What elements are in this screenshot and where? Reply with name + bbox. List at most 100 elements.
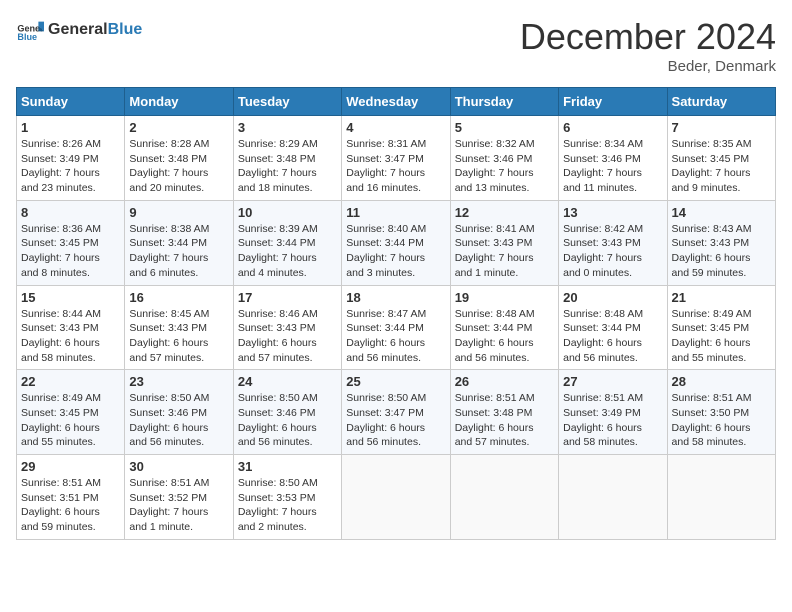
day-number: 30: [129, 459, 228, 474]
calendar-cell: 27 Sunrise: 8:51 AMSunset: 3:49 PMDayligh…: [559, 370, 667, 455]
cell-info: Sunrise: 8:26 AMSunset: 3:49 PMDaylight:…: [21, 137, 120, 196]
cell-info: Sunrise: 8:51 AMSunset: 3:48 PMDaylight:…: [455, 391, 554, 450]
month-year: December 2024: [520, 16, 776, 58]
calendar-cell: 19 Sunrise: 8:48 AMSunset: 3:44 PMDayligh…: [450, 285, 558, 370]
calendar-cell: 20 Sunrise: 8:48 AMSunset: 3:44 PMDayligh…: [559, 285, 667, 370]
day-number: 16: [129, 290, 228, 305]
calendar-cell: 22 Sunrise: 8:49 AMSunset: 3:45 PMDayligh…: [17, 370, 125, 455]
cell-info: Sunrise: 8:28 AMSunset: 3:48 PMDaylight:…: [129, 137, 228, 196]
day-number: 15: [21, 290, 120, 305]
day-number: 4: [346, 120, 445, 135]
day-number: 29: [21, 459, 120, 474]
day-number: 10: [238, 205, 337, 220]
cell-info: Sunrise: 8:38 AMSunset: 3:44 PMDaylight:…: [129, 222, 228, 281]
day-number: 19: [455, 290, 554, 305]
calendar-cell: 8 Sunrise: 8:36 AMSunset: 3:45 PMDaylight…: [17, 200, 125, 285]
day-number: 1: [21, 120, 120, 135]
cell-info: Sunrise: 8:51 AMSunset: 3:52 PMDaylight:…: [129, 476, 228, 535]
page-header: General Blue General Blue December 2024 …: [16, 16, 776, 75]
weekday-header-sunday: Sunday: [17, 88, 125, 116]
weekday-header-saturday: Saturday: [667, 88, 775, 116]
day-number: 28: [672, 374, 771, 389]
calendar-cell: 23Sunrise: 8:50 AMSunset: 3:46 PMDayligh…: [125, 370, 233, 455]
day-number: 26: [455, 374, 554, 389]
cell-info: Sunrise: 8:29 AMSunset: 3:48 PMDaylight:…: [238, 137, 337, 196]
calendar-week-2: 8 Sunrise: 8:36 AMSunset: 3:45 PMDaylight…: [17, 200, 776, 285]
calendar-week-4: 22 Sunrise: 8:49 AMSunset: 3:45 PMDayligh…: [17, 370, 776, 455]
calendar-cell: 11 Sunrise: 8:40 AMSunset: 3:44 PMDayligh…: [342, 200, 450, 285]
calendar-cell: 10Sunrise: 8:39 AMSunset: 3:44 PMDayligh…: [233, 200, 341, 285]
calendar-cell: 25Sunrise: 8:50 AMSunset: 3:47 PMDayligh…: [342, 370, 450, 455]
day-number: 7: [672, 120, 771, 135]
day-number: 13: [563, 205, 662, 220]
cell-info: Sunrise: 8:50 AMSunset: 3:47 PMDaylight:…: [346, 391, 445, 450]
calendar-cell: 15Sunrise: 8:44 AMSunset: 3:43 PMDayligh…: [17, 285, 125, 370]
day-number: 27: [563, 374, 662, 389]
day-number: 9: [129, 205, 228, 220]
weekday-header-friday: Friday: [559, 88, 667, 116]
calendar-table: SundayMondayTuesdayWednesdayThursdayFrid…: [16, 87, 776, 540]
cell-info: Sunrise: 8:51 AMSunset: 3:49 PMDaylight:…: [563, 391, 662, 450]
day-number: 20: [563, 290, 662, 305]
calendar-cell: [559, 455, 667, 540]
calendar-cell: 26 Sunrise: 8:51 AMSunset: 3:48 PMDayligh…: [450, 370, 558, 455]
calendar-cell: 6 Sunrise: 8:34 AMSunset: 3:46 PMDaylight…: [559, 116, 667, 201]
calendar-cell: [342, 455, 450, 540]
day-number: 31: [238, 459, 337, 474]
cell-info: Sunrise: 8:49 AMSunset: 3:45 PMDaylight:…: [672, 307, 771, 366]
cell-info: Sunrise: 8:51 AMSunset: 3:50 PMDaylight:…: [672, 391, 771, 450]
calendar-cell: 1 Sunrise: 8:26 AMSunset: 3:49 PMDaylight…: [17, 116, 125, 201]
day-number: 8: [21, 205, 120, 220]
calendar-cell: 12Sunrise: 8:41 AMSunset: 3:43 PMDayligh…: [450, 200, 558, 285]
calendar-cell: 5 Sunrise: 8:32 AMSunset: 3:46 PMDaylight…: [450, 116, 558, 201]
calendar-cell: 21 Sunrise: 8:49 AMSunset: 3:45 PMDayligh…: [667, 285, 775, 370]
svg-text:Blue: Blue: [17, 32, 37, 42]
calendar-cell: 16 Sunrise: 8:45 AMSunset: 3:43 PMDayligh…: [125, 285, 233, 370]
calendar-cell: 31 Sunrise: 8:50 AMSunset: 3:53 PMDayligh…: [233, 455, 341, 540]
cell-info: Sunrise: 8:48 AMSunset: 3:44 PMDaylight:…: [563, 307, 662, 366]
day-number: 2: [129, 120, 228, 135]
calendar-cell: 9 Sunrise: 8:38 AMSunset: 3:44 PMDaylight…: [125, 200, 233, 285]
calendar-body: 1 Sunrise: 8:26 AMSunset: 3:49 PMDaylight…: [17, 116, 776, 540]
logo-blue: Blue: [108, 21, 143, 39]
weekday-header-tuesday: Tuesday: [233, 88, 341, 116]
calendar-week-1: 1 Sunrise: 8:26 AMSunset: 3:49 PMDaylight…: [17, 116, 776, 201]
day-number: 12: [455, 205, 554, 220]
cell-info: Sunrise: 8:50 AMSunset: 3:53 PMDaylight:…: [238, 476, 337, 535]
day-number: 18: [346, 290, 445, 305]
day-number: 11: [346, 205, 445, 220]
cell-info: Sunrise: 8:47 AMSunset: 3:44 PMDaylight:…: [346, 307, 445, 366]
cell-info: Sunrise: 8:40 AMSunset: 3:44 PMDaylight:…: [346, 222, 445, 281]
cell-info: Sunrise: 8:43 AMSunset: 3:43 PMDaylight:…: [672, 222, 771, 281]
location: Beder, Denmark: [520, 58, 776, 75]
cell-info: Sunrise: 8:34 AMSunset: 3:46 PMDaylight:…: [563, 137, 662, 196]
cell-info: Sunrise: 8:35 AMSunset: 3:45 PMDaylight:…: [672, 137, 771, 196]
day-number: 21: [672, 290, 771, 305]
calendar-week-5: 29 Sunrise: 8:51 AMSunset: 3:51 PMDayligh…: [17, 455, 776, 540]
day-number: 5: [455, 120, 554, 135]
calendar-cell: 7 Sunrise: 8:35 AMSunset: 3:45 PMDaylight…: [667, 116, 775, 201]
calendar-header-row: SundayMondayTuesdayWednesdayThursdayFrid…: [17, 88, 776, 116]
cell-info: Sunrise: 8:49 AMSunset: 3:45 PMDaylight:…: [21, 391, 120, 450]
calendar-cell: 2 Sunrise: 8:28 AMSunset: 3:48 PMDaylight…: [125, 116, 233, 201]
cell-info: Sunrise: 8:46 AMSunset: 3:43 PMDaylight:…: [238, 307, 337, 366]
calendar-cell: [667, 455, 775, 540]
day-number: 23: [129, 374, 228, 389]
calendar-cell: 17 Sunrise: 8:46 AMSunset: 3:43 PMDayligh…: [233, 285, 341, 370]
calendar-cell: 18 Sunrise: 8:47 AMSunset: 3:44 PMDayligh…: [342, 285, 450, 370]
logo: General Blue General Blue: [16, 16, 142, 44]
day-number: 6: [563, 120, 662, 135]
calendar-cell: 28 Sunrise: 8:51 AMSunset: 3:50 PMDayligh…: [667, 370, 775, 455]
calendar-cell: 3Sunrise: 8:29 AMSunset: 3:48 PMDaylight…: [233, 116, 341, 201]
weekday-header-wednesday: Wednesday: [342, 88, 450, 116]
calendar-cell: 29 Sunrise: 8:51 AMSunset: 3:51 PMDayligh…: [17, 455, 125, 540]
cell-info: Sunrise: 8:51 AMSunset: 3:51 PMDaylight:…: [21, 476, 120, 535]
day-number: 22: [21, 374, 120, 389]
day-number: 17: [238, 290, 337, 305]
cell-info: Sunrise: 8:48 AMSunset: 3:44 PMDaylight:…: [455, 307, 554, 366]
calendar-cell: 24Sunrise: 8:50 AMSunset: 3:46 PMDayligh…: [233, 370, 341, 455]
cell-info: Sunrise: 8:36 AMSunset: 3:45 PMDaylight:…: [21, 222, 120, 281]
calendar-cell: [450, 455, 558, 540]
cell-info: Sunrise: 8:45 AMSunset: 3:43 PMDaylight:…: [129, 307, 228, 366]
cell-info: Sunrise: 8:32 AMSunset: 3:46 PMDaylight:…: [455, 137, 554, 196]
